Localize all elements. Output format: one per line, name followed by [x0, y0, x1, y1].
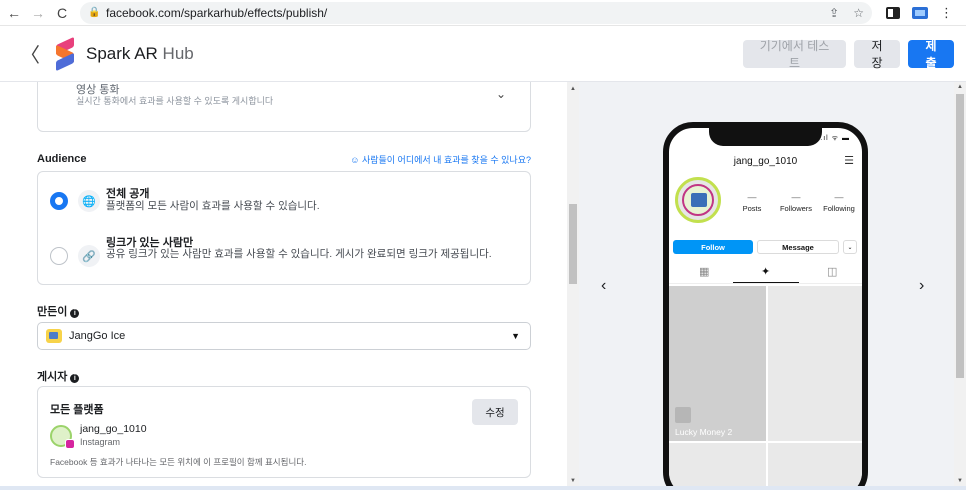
- publisher-card-title: 모든 플랫폼: [50, 404, 104, 416]
- effects-sparkle-icon: ✦: [761, 266, 771, 278]
- brand-hub: Hub: [157, 43, 194, 63]
- audience-option-link-only[interactable]: 🔗 링크가 있는 사람만 공유 링크가 있는 사람만 효과를 사용할 수 있습니…: [50, 234, 520, 278]
- creator-label: 만든이 i: [37, 303, 80, 319]
- scrollbar-thumb[interactable]: [569, 204, 577, 284]
- submit-button[interactable]: 제출: [908, 39, 954, 70]
- profile-username: jang_go_1010: [733, 156, 798, 167]
- effect-tile-empty: [768, 286, 862, 441]
- next-arrow-icon[interactable]: ›: [919, 277, 924, 295]
- scrollbar-thumb[interactable]: [956, 94, 964, 378]
- publisher-label: 게시자 i: [37, 368, 80, 384]
- back-chevron-icon[interactable]: 〈: [20, 39, 40, 68]
- preview-panel: ‹ › .ıl ᯤ ▬ jang_go_1010 ☰ — Posts — Fol…: [579, 82, 954, 490]
- scroll-down-icon[interactable]: ▼: [957, 478, 963, 484]
- info-icon[interactable]: i: [70, 374, 80, 383]
- publisher-username: jang_go_1010: [80, 423, 147, 435]
- address-bar[interactable]: 🔒 facebook.com/sparkarhub/effects/publis…: [80, 1, 872, 24]
- creator-value: JangGo Ice: [69, 330, 126, 342]
- brand-title: Spark AR Hub: [86, 44, 194, 64]
- browser-toolbar: ← → C 🔒 facebook.com/sparkarhub/effects/…: [0, 0, 966, 26]
- previous-arrow-icon[interactable]: ‹: [601, 277, 606, 295]
- phone-mockup: .ıl ᯤ ▬ jang_go_1010 ☰ — Posts — Followe…: [663, 122, 868, 490]
- tagged-icon: ◫: [827, 266, 838, 278]
- stat-value: —: [747, 192, 757, 202]
- profile-tabs: ▦ ✦ ◫: [669, 262, 862, 284]
- app-header: 〈 Spark AR Hub 기기에서 테스트 저장 제출: [0, 26, 966, 82]
- share-icon[interactable]: ⇪: [829, 6, 839, 20]
- effect-thumbnail-icon: [675, 407, 691, 423]
- side-panel-icon[interactable]: [886, 6, 900, 19]
- audience-card: 🌐 전체 공개 플랫폼의 모든 사람이 효과를 사용할 수 있습니다. 🔗 링크…: [37, 171, 531, 285]
- audience-option-public[interactable]: 🌐 전체 공개 플랫폼의 모든 사람이 효과를 사용할 수 있습니다.: [50, 182, 520, 222]
- video-call-section[interactable]: 영상 통화 실시간 통화에서 효과를 사용할 수 있도록 게시합니다 ⌄: [37, 82, 531, 132]
- audience-label: Audience: [37, 153, 87, 165]
- audience-help-text: 사람들이 어디에서 내 효과를 찾을 수 있나요?: [361, 155, 531, 165]
- effect-tile: Lucky Money 2: [669, 286, 766, 441]
- url-text: facebook.com/sparkarhub/effects/publish/: [106, 5, 328, 20]
- stat-label: Following: [823, 204, 855, 213]
- creator-select[interactable]: JangGo Ice ▼: [37, 322, 531, 350]
- profile-avatar: [675, 177, 721, 223]
- publish-form: 영상 통화 실시간 통화에서 효과를 사용할 수 있도록 게시합니다 ⌄ Aud…: [0, 82, 567, 490]
- radio-public[interactable]: [50, 192, 68, 210]
- form-scrollbar[interactable]: ▲ ▼: [567, 82, 579, 490]
- video-call-description: 실시간 통화에서 효과를 사용할 수 있도록 게시합니다: [76, 96, 274, 106]
- phone-notch: [709, 128, 822, 146]
- stat-label: Posts: [742, 204, 762, 213]
- edit-button[interactable]: 수정: [472, 399, 518, 425]
- grid-icon: ▦: [699, 266, 710, 278]
- stat-followers: — Followers: [775, 192, 817, 213]
- profile-icon[interactable]: [912, 6, 928, 19]
- info-icon[interactable]: i: [70, 309, 80, 318]
- stat-value: —: [791, 192, 801, 202]
- publisher-note: Facebook 등 효과가 나타나는 모든 위치에 이 프로필이 함께 표시됩…: [50, 457, 307, 467]
- hamburger-menu-icon: ☰: [844, 155, 854, 167]
- stat-label: Followers: [779, 204, 813, 213]
- smiley-icon: ☺: [350, 155, 360, 165]
- audience-help-link[interactable]: ☺ 사람들이 어디에서 내 효과를 찾을 수 있나요?: [350, 153, 531, 166]
- scroll-up-icon[interactable]: ▲: [957, 84, 963, 90]
- audience-option-desc: 플랫폼의 모든 사람이 효과를 사용할 수 있습니다.: [106, 200, 320, 212]
- forward-icon[interactable]: →: [28, 3, 48, 23]
- scroll-up-icon[interactable]: ▲: [570, 86, 576, 92]
- stat-posts: — Posts: [735, 192, 769, 213]
- brand-main: Spark AR: [86, 43, 158, 63]
- follow-button: Follow: [673, 240, 753, 254]
- stat-value: —: [834, 192, 844, 202]
- save-button[interactable]: 저장: [854, 39, 900, 70]
- reload-icon[interactable]: C: [52, 3, 72, 23]
- publisher-label-text: 게시자: [37, 371, 68, 383]
- publisher-platform: Instagram: [80, 437, 121, 447]
- status-bar-icons: .ıl ᯤ ▬: [820, 135, 850, 142]
- radio-link-only[interactable]: [50, 247, 68, 265]
- spark-ar-logo: [54, 36, 76, 71]
- message-button: Message: [757, 240, 839, 254]
- link-icon: 🔗: [78, 245, 100, 267]
- bottom-edge: [0, 486, 966, 490]
- creator-avatar-icon: [46, 329, 62, 343]
- lock-icon: 🔒: [88, 7, 101, 18]
- audience-option-desc: 공유 링크가 있는 사람만 효과를 사용할 수 있습니다. 게시가 완료되면 링…: [106, 248, 492, 260]
- active-tab-indicator: [733, 282, 799, 283]
- effect-tile-empty: [768, 443, 862, 490]
- browser-menu-icon[interactable]: ⋮: [940, 5, 953, 21]
- audience-option-title: 전체 공개: [106, 188, 150, 200]
- bookmark-star-icon[interactable]: ☆: [853, 6, 864, 20]
- dropdown-caret-icon: ▼: [511, 331, 520, 341]
- scroll-down-icon[interactable]: ▼: [570, 478, 576, 484]
- stat-following: — Following: [819, 192, 859, 213]
- globe-icon: 🌐: [78, 190, 100, 212]
- test-on-device-button[interactable]: 기기에서 테스트: [743, 39, 846, 70]
- instagram-icon: [65, 439, 75, 449]
- page-scrollbar[interactable]: ▲ ▼: [954, 82, 966, 490]
- back-icon[interactable]: ←: [4, 3, 24, 23]
- more-chevron-icon: ⌄: [843, 240, 857, 254]
- publisher-card: 모든 플랫폼 수정 jang_go_1010 Instagram Faceboo…: [37, 386, 531, 478]
- chevron-down-icon[interactable]: ⌄: [496, 87, 506, 101]
- effect-tile-empty: [669, 443, 766, 490]
- effect-label: Lucky Money 2: [675, 427, 733, 437]
- effects-grid: Lucky Money 2: [669, 286, 862, 490]
- creator-label-text: 만든이: [37, 306, 68, 318]
